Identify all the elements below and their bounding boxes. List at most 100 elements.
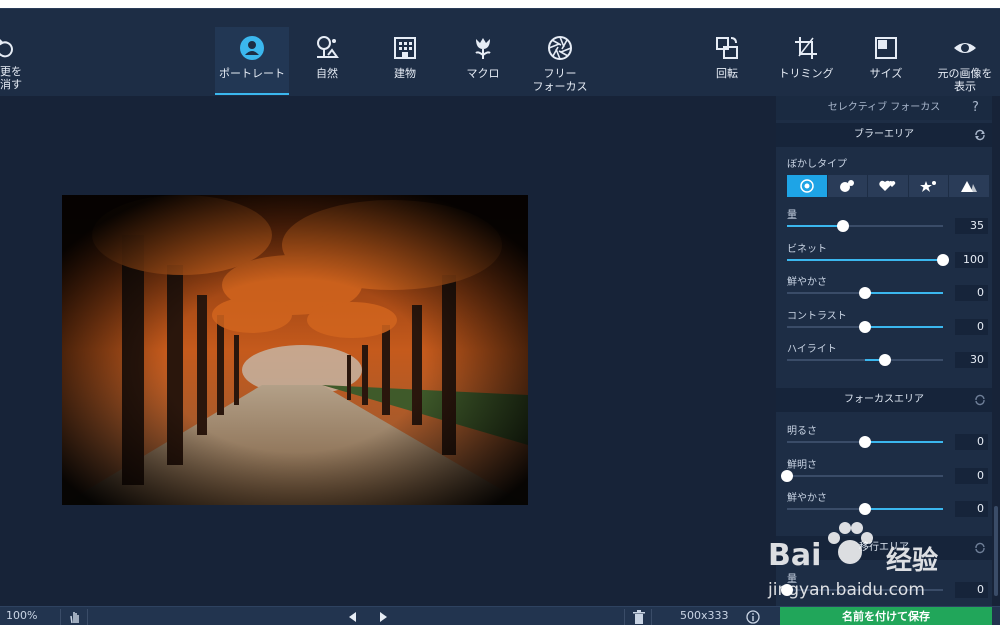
resize-icon [875,37,897,59]
edited-photo[interactable] [62,195,528,505]
tab-free-focus-label: フリー フォーカス [532,67,588,93]
slider-knob[interactable] [937,253,949,266]
blur-area-header[interactable]: ブラーエリア [776,123,992,147]
tab-macro[interactable]: マクロ [454,27,512,95]
slider-knob[interactable] [859,436,871,448]
rotate-icon [716,37,738,59]
hand-icon [70,612,79,624]
resize-button[interactable]: サイズ [858,27,914,95]
slider-track[interactable] [787,354,943,366]
slider-track[interactable] [787,503,943,515]
slider-fill [865,292,943,294]
tab-architecture[interactable]: 建物 [376,27,434,95]
watermark-url: jingyan.baidu.com [768,580,925,600]
title-strip [0,0,1000,8]
slider-label: 明るさ [787,426,817,437]
slider-label: ハイライト [787,344,837,355]
watermark-brand-cn: 经验 [886,546,939,576]
circle-bokeh-icon [800,179,814,193]
rotate-label: 回転 [716,67,738,80]
aperture-icon [548,36,572,60]
blur-type-stars[interactable] [908,175,949,197]
slider-label: コントラスト [787,310,847,322]
paw-logo-icon [828,522,873,564]
undo-label: 更を 消す [0,65,22,91]
slider-fill [865,325,943,328]
focus-area-header[interactable]: フォーカスエリア [776,388,992,412]
panel-title: セレクティブ フォーカス [776,96,992,120]
tab-portrait[interactable]: ポートレート [215,27,289,95]
slider-value-field[interactable]: 0 [955,434,988,450]
slider-value-field[interactable]: 0 [955,501,988,517]
crop-button[interactable]: トリミング [774,27,838,95]
building-icon [394,37,416,59]
show-original-button[interactable]: 元の画像を 表示 [932,27,998,95]
image-dimensions: 500x333 [680,609,729,622]
blur-type-dots[interactable] [827,175,868,197]
blur-area-title: ブラーエリア [854,129,914,140]
slider-label: 鮮やかさ [787,277,827,288]
app-window: 更を 消す ポートレート 自然 建物 マクロ フリー フォーカス 回転 トリミン… [0,0,1000,625]
bottom-status-bar: 100% 500x333 名前を付けて保存 [0,606,1000,625]
slider-track[interactable] [781,469,943,482]
panel-title-text: セレクティブ フォーカス [827,102,941,113]
slider-track[interactable] [787,220,943,232]
help-icon[interactable]: ? [972,100,986,116]
eye-icon [954,43,976,53]
portrait-icon [240,36,264,60]
save-as-button[interactable]: 名前を付けて保存 [780,607,992,625]
crop-label: トリミング [778,67,834,80]
slider-fill [865,508,943,510]
delete-button[interactable] [624,609,652,625]
slider-value-field[interactable]: 35 [955,218,988,234]
blur-type-circle[interactable] [787,175,827,197]
slider-value-field[interactable]: 100 [955,251,988,268]
macro-flower-icon [475,38,491,59]
baidu-watermark: Bai 经验 jingyan.baidu.com [768,520,988,606]
slider-label: 鮮明さ [787,459,817,471]
slider-value-field[interactable]: 0 [955,318,988,335]
prev-arrow-icon[interactable] [346,610,360,624]
slider-track[interactable] [787,253,949,266]
slider-label: 量 [787,210,797,221]
pan-tool-button[interactable] [60,609,88,625]
reset-icon[interactable] [974,394,986,406]
slider-value-field[interactable]: 30 [955,352,988,368]
slider-knob[interactable] [859,287,871,299]
trash-icon [633,610,645,624]
slider-fill [865,441,943,443]
slider-knob[interactable] [859,320,871,333]
scrollbar-thumb[interactable] [994,506,998,596]
blur-type-hearts[interactable] [868,175,908,197]
slider-value-field[interactable]: 0 [955,285,988,301]
tab-free-focus[interactable]: フリー フォーカス [526,27,594,95]
slider-value-field[interactable]: 0 [955,467,988,484]
crop-icon [795,37,817,59]
slider-knob[interactable] [781,469,793,482]
slider-track[interactable] [787,287,943,299]
star-bokeh-icon [919,181,936,192]
heart-bokeh-icon [879,180,896,191]
undo-button[interactable]: 更を 消す [0,39,32,91]
blur-type-selector [787,175,989,197]
slider-knob[interactable] [837,220,850,232]
undo-icon [0,39,13,58]
slider-track[interactable] [787,320,943,333]
tab-macro-label: マクロ [466,67,500,80]
image-canvas[interactable] [0,96,776,606]
top-toolbar: 更を 消す ポートレート 自然 建物 マクロ フリー フォーカス 回転 トリミン… [0,8,1000,96]
slider-knob[interactable] [879,354,892,366]
rotate-button[interactable]: 回転 [698,27,756,95]
focus-area-title: フォーカスエリア [844,394,924,405]
tab-nature[interactable]: 自然 [298,27,356,95]
resize-label: サイズ [869,67,903,80]
reset-icon[interactable] [974,129,986,141]
info-icon[interactable] [746,610,760,624]
slider-knob[interactable] [859,503,871,515]
zoom-level[interactable]: 100% [6,609,37,622]
watermark-brand: Bai [768,538,822,573]
blur-type-triangles[interactable] [949,175,989,197]
next-arrow-icon[interactable] [376,610,390,624]
panel-scrollbar[interactable] [992,96,1000,606]
slider-track[interactable] [787,436,943,448]
